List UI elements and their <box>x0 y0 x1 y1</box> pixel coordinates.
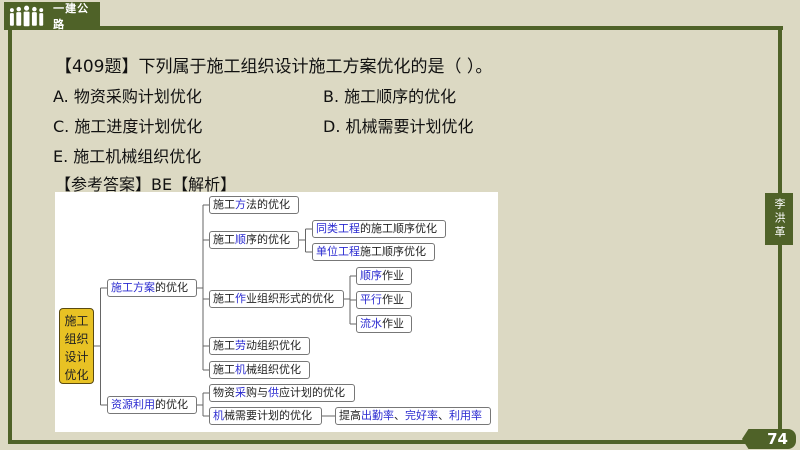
people-icon <box>9 5 44 27</box>
frame-left-line <box>8 28 12 444</box>
option-a: A. 物资采购计划优化 <box>53 87 202 106</box>
header-tab: 一建公路 <box>4 2 100 31</box>
highlighted-text: 施工方案 <box>111 281 155 294</box>
mindmap-node: 物资采购与供应计划的优化 <box>209 384 355 402</box>
node-text: 作业 <box>382 269 404 282</box>
frame-top-line <box>95 26 783 30</box>
highlighted-text: 方 <box>235 198 246 211</box>
node-text: 的施工顺序优化 <box>360 222 437 235</box>
mindmap-node: 顺序作业 <box>356 267 412 285</box>
option-c: C. 施工进度计划优化 <box>53 117 203 136</box>
node-text: 的优化 <box>155 398 188 411</box>
mindmap-node: 施工作业组织形式的优化 <box>209 290 344 308</box>
mindmap-node: 平行作业 <box>356 291 412 309</box>
node-text: 施工 <box>213 198 235 211</box>
highlighted-text: 出勤率 <box>361 409 394 422</box>
mindmap-node: 单位工程施工顺序优化 <box>312 243 435 261</box>
highlighted-text: 顺 <box>235 233 246 246</box>
mindmap-node: 施工方法的优化 <box>209 196 299 214</box>
mindmap-node: 同类工程的施工顺序优化 <box>312 220 446 238</box>
node-text: 、 <box>394 409 405 422</box>
highlighted-text: 平行 <box>360 293 382 306</box>
highlighted-text: 采 <box>235 386 246 399</box>
mindmap-node: 施工顺序的优化 <box>209 231 299 249</box>
highlighted-text: 完好率 <box>405 409 438 422</box>
highlighted-text: 劳 <box>235 339 246 352</box>
header-tab-label: 一建公路 <box>53 2 90 31</box>
highlighted-text: 流水 <box>360 317 382 330</box>
node-text: 施工 <box>213 292 235 305</box>
node-text: 、 <box>438 409 449 422</box>
node-text: 施工 <box>213 339 235 352</box>
option-d: D. 机械需要计划优化 <box>323 117 474 136</box>
node-text: 业组织形式的优化 <box>246 292 334 305</box>
node-text: 作业 <box>382 317 404 330</box>
node-text: 械组织优化 <box>246 363 301 376</box>
author-label: 李洪革 <box>765 193 793 245</box>
mindmap-node: 流水作业 <box>356 315 412 333</box>
highlighted-text: 作 <box>235 292 246 305</box>
highlighted-text: 单位工程 <box>316 245 360 258</box>
node-text: 法的优化 <box>246 198 290 211</box>
node-text: 械需要计划的优化 <box>224 409 312 422</box>
page-number: 74 <box>742 429 796 449</box>
mindmap-root: 施工组织设计优化 <box>59 308 94 384</box>
mindmap-node: 施工方案的优化 <box>107 279 197 297</box>
node-text: 的优化 <box>155 281 188 294</box>
highlighted-text: 供 <box>268 386 279 399</box>
node-text: 施工 <box>213 233 235 246</box>
node-text: 应计划的优化 <box>279 386 345 399</box>
node-text: 施工顺序优化 <box>360 245 426 258</box>
frame-bottom-line <box>8 440 753 444</box>
mindmap-node: 资源利用的优化 <box>107 396 197 414</box>
question-title: 【409题】下列属于施工组织设计施工方案优化的是（ ）。 <box>55 57 493 77</box>
highlighted-text: 顺序 <box>360 269 382 282</box>
node-text: 施工 <box>213 363 235 376</box>
node-text: 作业 <box>382 293 404 306</box>
mindmap-node: 施工劳动组织优化 <box>209 337 310 355</box>
mindmap: 施工组织设计优化 施工方案的优化 资源利用的优化 施工方法的优化 施工顺序的优化 施工作… <box>55 192 498 432</box>
highlighted-text: 资源利用 <box>111 398 155 411</box>
mindmap-node: 施工机械组织优化 <box>209 361 310 379</box>
highlighted-text: 机 <box>213 409 224 422</box>
mindmap-node: 机械需要计划的优化 <box>209 407 322 425</box>
highlighted-text: 同类工程 <box>316 222 360 235</box>
option-e: E. 施工机械组织优化 <box>53 147 202 166</box>
highlighted-text: 利用率 <box>449 409 482 422</box>
node-text: 提高 <box>339 409 361 422</box>
node-text: 物资 <box>213 386 235 399</box>
node-text: 动组织优化 <box>246 339 301 352</box>
node-text: 购与 <box>246 386 268 399</box>
highlighted-text: 机 <box>235 363 246 376</box>
node-text: 序的优化 <box>246 233 290 246</box>
mindmap-node: 提高出勤率、完好率、利用率 <box>335 407 491 425</box>
option-b: B. 施工顺序的优化 <box>323 87 457 106</box>
